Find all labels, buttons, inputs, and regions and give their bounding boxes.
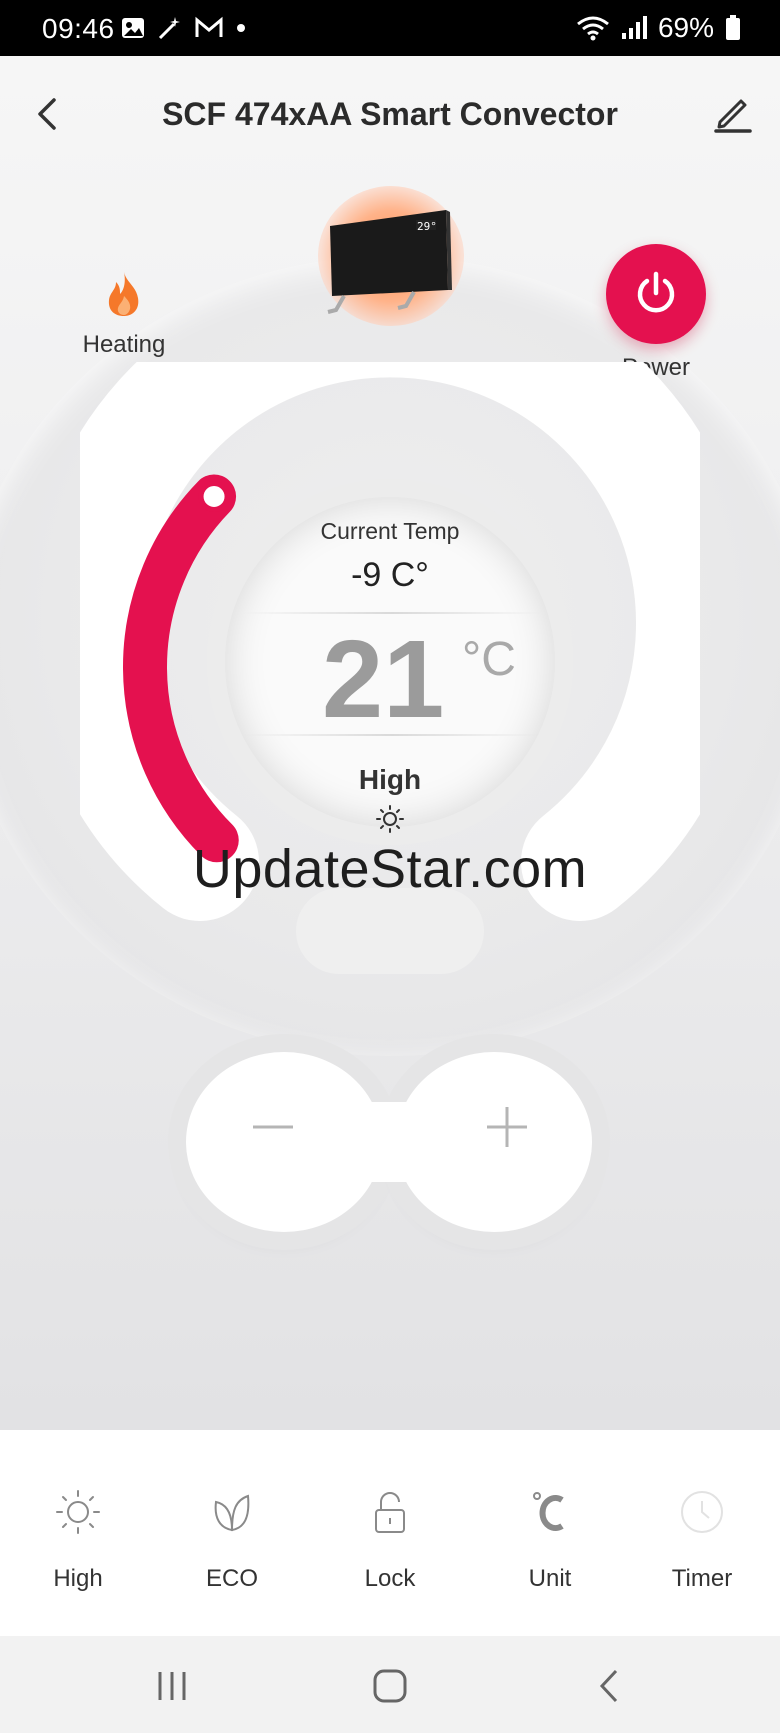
temperature-stepper [166,1012,616,1252]
convector-heater-icon: 29° [327,210,452,314]
heating-indicator: Heating [62,270,186,359]
function-eco[interactable]: ECO [172,1488,292,1593]
divider-top [242,612,542,614]
recent-apps-icon[interactable] [152,1666,192,1706]
signal-icon [621,16,647,39]
function-high[interactable]: High [18,1488,138,1593]
page-title: SCF 474xAA Smart Convector [162,96,618,132]
battery-percent: 69% [657,12,714,43]
function-label: ECO [205,1565,258,1592]
current-temp-label: Current Temp [320,518,460,544]
dial-base-pill [296,888,484,974]
clock-icon [681,1491,723,1533]
function-label: Timer [671,1565,733,1592]
status-time: 09:46 [42,13,115,44]
status-right: 69% [576,12,742,44]
current-temp-value: -9 C° [351,556,429,594]
leaf-icon [214,1494,250,1532]
function-label: High [53,1565,103,1592]
function-label: Unit [528,1565,572,1592]
convector-device-image: 29° [318,186,464,326]
plus-icon[interactable] [479,1099,535,1155]
function-lock[interactable]: Lock [330,1488,450,1593]
heating-label: Heating [82,331,166,358]
power-button[interactable] [606,244,706,344]
gmail-icon [195,16,223,37]
app-screen: SCF 474xAA Smart Convector Heating 29° P… [0,56,780,1430]
function-unit[interactable]: Unit [490,1488,610,1593]
function-timer[interactable]: Timer [642,1488,762,1593]
battery-icon [726,15,740,40]
system-nav-bar [0,1636,780,1733]
magic-wand-icon [158,17,180,40]
power-icon [637,271,675,313]
set-temperature-unit: °C [462,633,516,686]
sun-icon [376,805,404,833]
minus-icon[interactable] [245,1099,301,1155]
celsius-icon [533,1492,564,1531]
app-header: SCF 474xAA Smart Convector [0,56,780,176]
gallery-icon [122,18,144,38]
lock-icon [375,1492,405,1533]
edit-pencil-icon[interactable] [712,92,754,134]
dot-icon [237,24,245,32]
function-label: Lock [364,1565,416,1592]
flame-icon [108,272,139,316]
set-temperature-value: 21 [322,618,445,741]
wifi-icon [577,16,609,41]
divider-bottom [242,734,542,736]
dial-knob[interactable] [198,481,230,513]
stepper-bridge [326,1102,446,1182]
status-bar: 09:46 69% [0,0,780,56]
home-icon[interactable] [370,1666,410,1706]
mode-label: High [358,764,422,795]
back-nav-icon[interactable] [590,1666,630,1706]
function-bar: High ECO Lock Unit Timer [0,1430,780,1636]
svg-text:29°: 29° [417,220,437,233]
status-notification-icons [120,14,248,42]
sun-icon [56,1490,100,1534]
